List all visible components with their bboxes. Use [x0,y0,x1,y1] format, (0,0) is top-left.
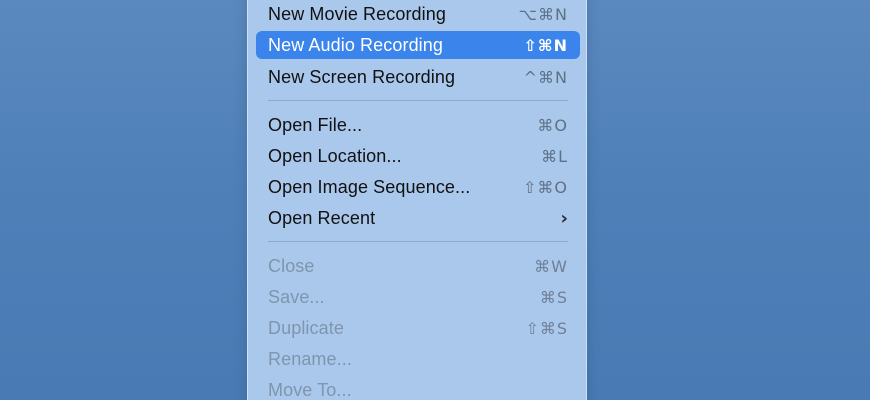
menu-item-label: New Movie Recording [268,3,446,24]
menu-item-label: Close [268,255,315,276]
menu-item-label: Rename... [268,348,352,369]
menu-item-shortcut: ⌘O [537,115,568,135]
menu-item-label: Duplicate [268,317,344,338]
menu-item-label: Open Image Sequence... [268,176,471,197]
chevron-right-icon: › [560,207,568,229]
menu-item-open-location[interactable]: Open Location... ⌘L [256,142,580,170]
menu-item-shortcut: ⇧⌘N [523,35,568,55]
menu-item-new-screen-recording[interactable]: New Screen Recording ^⌘N [256,63,580,91]
menu-item-save[interactable]: Save... ⌘S [256,283,580,311]
menu-item-label: Move To... [268,379,352,400]
menu-item-label: Open Recent [268,207,376,228]
menu-item-label: New Screen Recording [268,66,456,87]
menu-item-shortcut: ⌥⌘N [518,4,568,24]
menu-separator [268,100,568,101]
menu-item-shortcut: ⌘W [534,256,568,276]
menu-item-label: New Audio Recording [268,34,444,55]
menu-item-shortcut: ⇧⌘S [525,318,568,338]
menu-item-move-to[interactable]: Move To... [256,376,580,400]
menu-item-open-image-sequence[interactable]: Open Image Sequence... ⇧⌘O [256,173,580,201]
menu-item-shortcut: ⌘S [539,287,568,307]
menu-item-close[interactable]: Close ⌘W [256,252,580,280]
menu-item-new-audio-recording[interactable]: New Audio Recording ⇧⌘N [256,31,580,59]
menu-item-open-file[interactable]: Open File... ⌘O [256,111,580,139]
menu-item-label: Open File... [268,114,363,135]
menu-separator [268,241,568,242]
menu-item-shortcut: ^⌘N [523,67,568,87]
menu-item-new-movie-recording[interactable]: New Movie Recording ⌥⌘N [256,0,580,28]
menu-item-rename[interactable]: Rename... [256,345,580,373]
file-menu: New Movie Recording ⌥⌘N New Audio Record… [247,0,587,400]
menu-item-open-recent[interactable]: Open Recent › [256,204,580,232]
menu-item-label: Save... [268,286,325,307]
menu-item-label: Open Location... [268,145,402,166]
menu-item-shortcut: ⌘L [541,146,568,166]
menu-item-duplicate[interactable]: Duplicate ⇧⌘S [256,314,580,342]
menu-item-shortcut: ⇧⌘O [523,177,568,197]
